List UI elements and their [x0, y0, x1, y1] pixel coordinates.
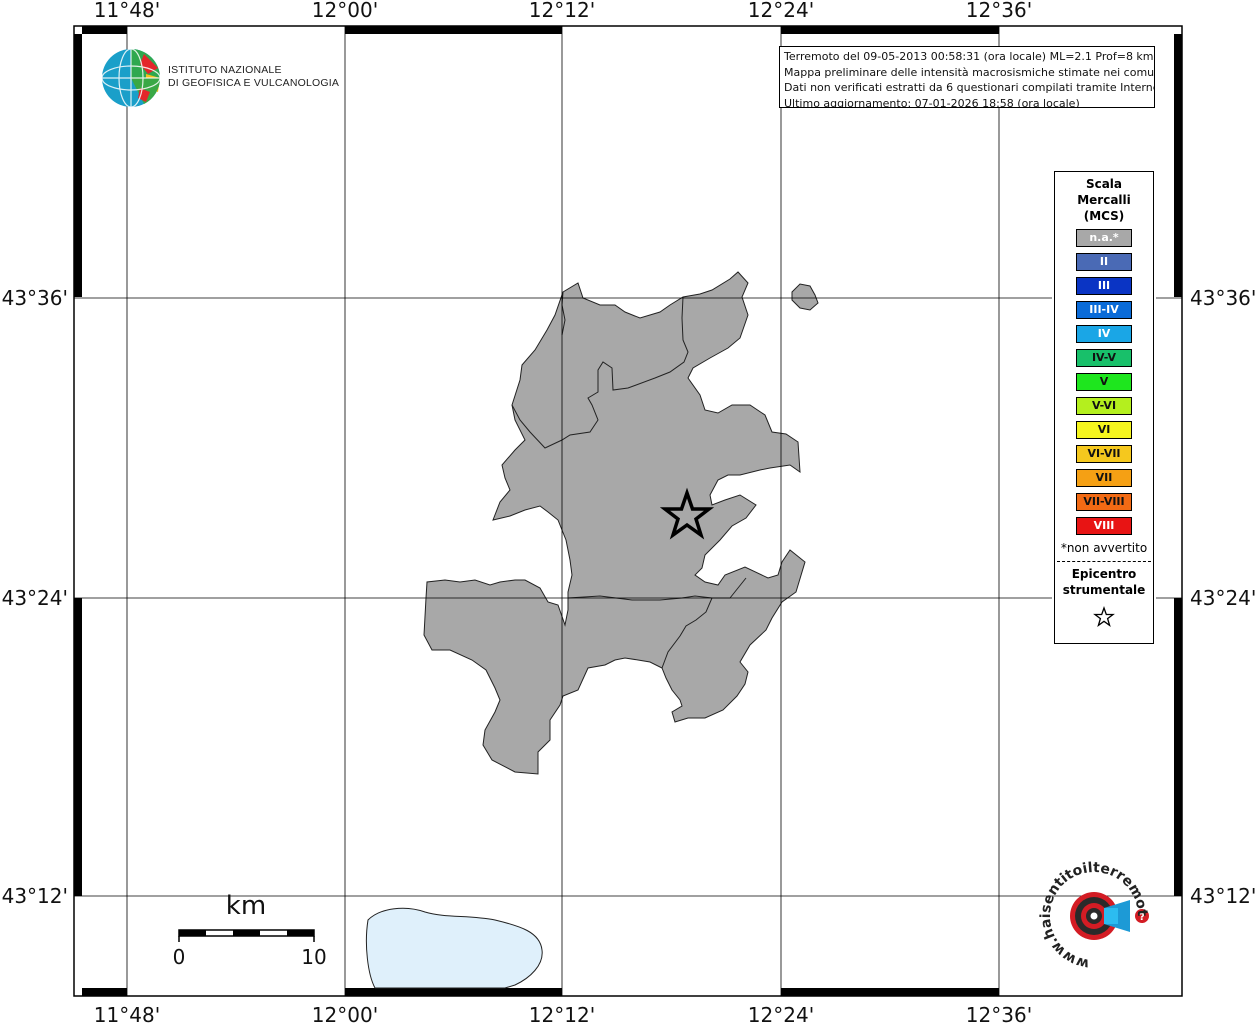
lon-label: 12°36' — [966, 1003, 1032, 1024]
scale-bar-unit: km — [226, 891, 266, 921]
event-info-line: Dati non verificati estratti da 6 questi… — [784, 81, 1155, 94]
lat-label: 43°12' — [1190, 884, 1256, 908]
longitude-labels-top: 11°48' 12°00' 12°12' 12°24' 12°36' — [94, 0, 1032, 22]
ingv-globe-icon — [101, 48, 161, 108]
legend-scale-item: V-VI — [1076, 397, 1132, 415]
event-info-line: Terremoto del 09-05-2013 00:58:31 (ora l… — [784, 50, 1154, 63]
event-info-line: Ultimo aggiornamento: 07-01-2026 18:58 (… — [784, 96, 1080, 108]
lat-label: 43°36' — [2, 286, 68, 310]
lon-label: 11°48' — [94, 1003, 160, 1024]
event-info-box: Terremoto del 09-05-2013 00:58:31 (ora l… — [779, 46, 1155, 108]
lon-label: 11°48' — [94, 0, 160, 22]
legend-scale-item: VII — [1076, 469, 1132, 487]
latitude-labels-right: 43°36' 43°24' 43°12' — [1190, 286, 1256, 908]
legend-scale-item: VI — [1076, 421, 1132, 439]
lat-label: 43°36' — [1190, 286, 1256, 310]
lon-label: 12°24' — [748, 0, 814, 22]
ingv-name: ISTITUTO NAZIONALE DI GEOFISICA E VULCAN… — [168, 64, 339, 90]
legend-scale-item: III-IV — [1076, 301, 1132, 319]
legend-scale-item: n.a.* — [1076, 229, 1132, 247]
legend-divider — [1057, 561, 1151, 562]
lon-label: 12°24' — [748, 1003, 814, 1024]
legend-star-icon — [1055, 606, 1153, 632]
legend-epicenter-label: Epicentro strumentale — [1055, 566, 1153, 598]
lat-label: 43°24' — [2, 586, 68, 610]
haisentito-logo: ? www.haisentitoilterremoto.it — [1029, 844, 1154, 976]
lon-label: 12°12' — [529, 0, 595, 22]
scale-bar-start: 0 — [173, 945, 186, 969]
legend-epicenter-line: strumentale — [1062, 583, 1146, 597]
event-info-line: Mappa preliminare delle intensità macros… — [784, 65, 1155, 79]
mcs-legend: Scala Mercalli (MCS) n.a.* II III III-IV IV I… — [1054, 171, 1154, 644]
legend-title: Scala Mercalli (MCS) — [1055, 176, 1153, 224]
legend-epicenter-line: Epicentro — [1071, 567, 1137, 581]
legend-scale-item: V — [1076, 373, 1132, 391]
ingv-name-line1: ISTITUTO NAZIONALE — [168, 64, 282, 76]
legend-scale-item: IV-V — [1076, 349, 1132, 367]
lon-label: 12°00' — [312, 0, 378, 22]
latitude-labels-left: 43°36' 43°24' 43°12' — [2, 286, 68, 908]
legend-scale-item: VII-VIII — [1076, 493, 1132, 511]
legend-scale-item: IV — [1076, 325, 1132, 343]
legend-scale-item: III — [1076, 277, 1132, 295]
lat-label: 43°24' — [1190, 586, 1256, 610]
legend-scale-item: VI-VII — [1076, 445, 1132, 463]
lon-label: 12°36' — [966, 0, 1032, 22]
legend-scale-item: VIII — [1076, 517, 1132, 535]
lon-label: 12°00' — [312, 1003, 378, 1024]
legend-title-line: Scala — [1085, 177, 1123, 191]
lon-label: 12°12' — [529, 1003, 595, 1024]
haisentito-logo-icon: ? www.haisentitoilterremoto.it — [1029, 844, 1150, 972]
legend-note: *non avvertito — [1060, 541, 1148, 555]
legend-scale-item: II — [1076, 253, 1132, 271]
scale-bar-end: 10 — [301, 945, 326, 969]
ingv-name-line2: DI GEOFISICA E VULCANOLOGIA — [168, 77, 340, 89]
longitude-labels-bottom: 11°48' 12°00' 12°12' 12°24' 12°36' — [94, 1003, 1032, 1024]
legend-scale-list: n.a.* II III III-IV IV IV-V V V-VI VI VI-VII VII VI… — [1055, 229, 1153, 535]
legend-title-line: (MCS) — [1083, 209, 1125, 223]
legend-title-line: Mercalli — [1077, 193, 1131, 207]
lat-label: 43°12' — [2, 884, 68, 908]
